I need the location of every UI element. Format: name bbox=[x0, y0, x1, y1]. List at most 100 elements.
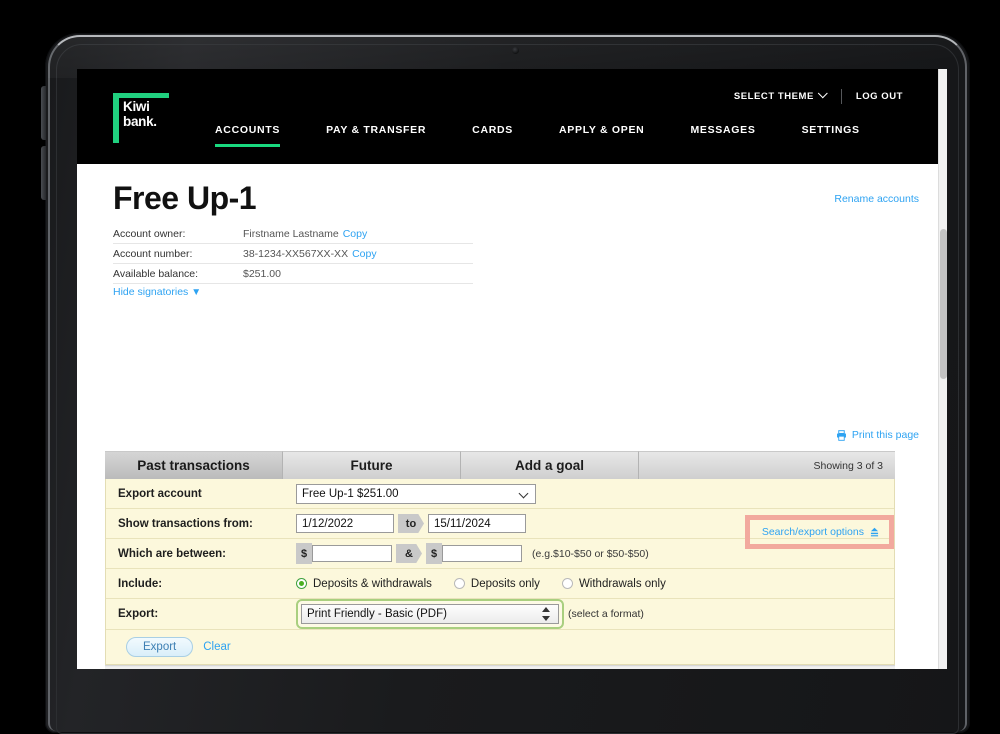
showing-count: Showing 3 of 3 bbox=[639, 451, 895, 479]
radio-deposits-only[interactable]: Deposits only bbox=[453, 577, 540, 590]
account-number-label: Account number: bbox=[113, 247, 193, 260]
form-row-export-format: Export: Print Friendly - Basic (PDF) (se… bbox=[106, 599, 894, 630]
dollar-prefix-max: $ bbox=[426, 543, 442, 564]
account-summary-row: Available balance: $251.00 bbox=[113, 264, 473, 284]
tab-goal-label: Add a goal bbox=[514, 458, 584, 473]
search-export-form: Search/export options Export account Fre… bbox=[105, 479, 895, 665]
amount-max-group: $ bbox=[426, 543, 522, 564]
tab-future[interactable]: Future bbox=[283, 451, 461, 479]
search-export-options-link[interactable]: Search/export options bbox=[762, 526, 879, 538]
radio-deposits-and-withdrawals[interactable]: Deposits & withdrawals bbox=[296, 578, 432, 590]
account-owner-text: Firstname Lastname bbox=[243, 227, 339, 240]
radio-label-withdrawals-only: Withdrawals only bbox=[578, 577, 666, 590]
dollar-prefix-min: $ bbox=[296, 543, 312, 564]
column-deposits[interactable]: Deposits bbox=[641, 665, 719, 669]
logo-text: Kiwi bank. bbox=[123, 99, 169, 129]
main-nav: ACCOUNTS PAY & TRANSFER CARDS APPLY & OP… bbox=[215, 124, 906, 164]
tab-add-a-goal[interactable]: Add a goal bbox=[461, 451, 639, 479]
search-export-options-label: Search/export options bbox=[761, 526, 864, 538]
date-range-separator: to bbox=[398, 514, 424, 533]
volume-down-button[interactable] bbox=[41, 146, 46, 200]
chevron-collapse-icon: ▼ bbox=[191, 287, 202, 298]
export-button[interactable]: Export bbox=[126, 637, 194, 657]
nav-item-messages[interactable]: MESSAGES bbox=[690, 124, 755, 147]
nav-label-settings: SETTINGS bbox=[801, 124, 860, 136]
account-owner-value: Firstname Lastname Copy bbox=[243, 228, 367, 240]
nav-label-apply-open: APPLY & OPEN bbox=[559, 124, 645, 136]
export-account-select-wrap: Free Up-1 $251.00 bbox=[296, 483, 536, 504]
export-format-select[interactable]: Print Friendly - Basic (PDF) bbox=[301, 604, 559, 624]
account-number-value: 38-1234-XX567XX-XX Copy bbox=[243, 248, 377, 260]
radio-indicator bbox=[453, 578, 465, 589]
form-row-actions: Export Clear bbox=[106, 630, 894, 664]
nav-item-cards[interactable]: CARDS bbox=[472, 124, 513, 147]
utility-nav: SELECT THEME LOG OUT bbox=[720, 87, 917, 106]
tab-past-transactions[interactable]: Past transactions bbox=[105, 451, 283, 479]
column-description[interactable]: Description bbox=[180, 665, 642, 669]
site-header: Kiwi bank. SELECT THEME LOG OUT ACCOUNTS bbox=[77, 69, 947, 164]
export-label: Export: bbox=[118, 608, 159, 620]
copy-owner-link[interactable]: Copy bbox=[343, 228, 368, 240]
include-radio-group: Deposits & withdrawals Deposits only Wit… bbox=[296, 578, 666, 590]
radio-withdrawals-only[interactable]: Withdrawals only bbox=[561, 577, 666, 590]
nav-item-pay-transfer[interactable]: PAY & TRANSFER bbox=[326, 124, 426, 147]
show-transactions-from-label: Show transactions from: bbox=[118, 517, 253, 530]
printer-icon bbox=[836, 429, 846, 441]
volume-up-button[interactable] bbox=[41, 86, 46, 140]
account-owner-label: Account owner: bbox=[113, 227, 186, 240]
amount-min-group: $ bbox=[296, 543, 392, 564]
logo-text-line1: Kiwi bbox=[123, 99, 150, 114]
nav-item-accounts[interactable]: ACCOUNTS bbox=[215, 124, 281, 147]
search-export-options-highlight: Search/export options bbox=[744, 515, 894, 549]
nav-label-pay-transfer: PAY & TRANSFER bbox=[326, 124, 427, 136]
select-theme-label: SELECT THEME bbox=[733, 91, 814, 102]
table-header-row: Date Description Deposits Withdrawals Ba… bbox=[105, 665, 895, 669]
which-are-between-label: Which are between: bbox=[118, 547, 226, 560]
export-format-hint: (select a format) bbox=[568, 608, 644, 620]
radio-label-deposits-only: Deposits only bbox=[470, 577, 540, 590]
clear-link[interactable]: Clear bbox=[203, 641, 230, 653]
transactions-panel: Past transactions Future Add a goal Show… bbox=[105, 451, 895, 669]
account-summary-row: Account number: 38-1234-XX567XX-XX Copy bbox=[113, 244, 473, 264]
amount-range-separator: & bbox=[396, 544, 422, 563]
form-row-include: Include: Deposits & withdrawals Deposits… bbox=[106, 569, 894, 599]
available-balance-label: Available balance: bbox=[113, 267, 199, 280]
hide-signatories-label: Hide signatories bbox=[113, 286, 189, 298]
export-account-select[interactable]: Free Up-1 $251.00 bbox=[296, 483, 536, 504]
radio-indicator bbox=[561, 578, 573, 589]
column-balance[interactable]: Balance bbox=[800, 665, 870, 669]
page-scrollbar-thumb[interactable] bbox=[940, 229, 947, 379]
copy-number-link[interactable]: Copy bbox=[352, 248, 377, 260]
nav-item-apply-open[interactable]: APPLY & OPEN bbox=[559, 124, 644, 147]
account-summary-row: Account owner: Firstname Lastname Copy bbox=[113, 224, 473, 244]
tab-past-label: Past transactions bbox=[137, 458, 250, 473]
log-out-button[interactable]: LOG OUT bbox=[842, 87, 917, 106]
page-title: Free Up-1 bbox=[113, 180, 257, 216]
export-account-label: Export account bbox=[118, 487, 202, 500]
amount-max-input[interactable] bbox=[442, 545, 522, 562]
select-theme-button[interactable]: SELECT THEME bbox=[720, 87, 841, 106]
transactions-table: Date Description Deposits Withdrawals Ba… bbox=[105, 665, 895, 669]
nav-label-accounts: ACCOUNTS bbox=[215, 124, 281, 136]
browser-viewport: Kiwi bank. SELECT THEME LOG OUT ACCOUNTS bbox=[77, 69, 947, 669]
rename-accounts-link[interactable]: Rename accounts bbox=[834, 193, 919, 205]
radio-indicator-selected bbox=[296, 578, 307, 589]
print-label: Print this page bbox=[851, 429, 919, 441]
tablet-device-frame: Kiwi bank. SELECT THEME LOG OUT ACCOUNTS bbox=[0, 0, 1000, 734]
column-withdrawals[interactable]: Withdrawals bbox=[718, 665, 801, 669]
column-expand bbox=[869, 665, 895, 669]
hide-signatories-link[interactable]: Hide signatories ▼ bbox=[113, 286, 201, 298]
nav-item-settings[interactable]: SETTINGS bbox=[802, 124, 860, 147]
log-out-label: LOG OUT bbox=[855, 91, 903, 102]
nav-label-messages: MESSAGES bbox=[690, 124, 756, 136]
amount-min-input[interactable] bbox=[312, 545, 392, 562]
date-from-input[interactable] bbox=[296, 514, 394, 533]
print-this-page-link[interactable]: Print this page bbox=[836, 429, 919, 441]
account-summary: Account owner: Firstname Lastname Copy Ac… bbox=[113, 224, 473, 284]
date-to-input[interactable] bbox=[428, 514, 526, 533]
tab-future-label: Future bbox=[350, 458, 393, 473]
export-format-select-wrap: Print Friendly - Basic (PDF) bbox=[301, 604, 559, 624]
page-scrollbar[interactable] bbox=[938, 69, 947, 669]
kiwibank-logo[interactable]: Kiwi bank. bbox=[113, 93, 175, 149]
column-date[interactable]: Date bbox=[105, 665, 181, 669]
